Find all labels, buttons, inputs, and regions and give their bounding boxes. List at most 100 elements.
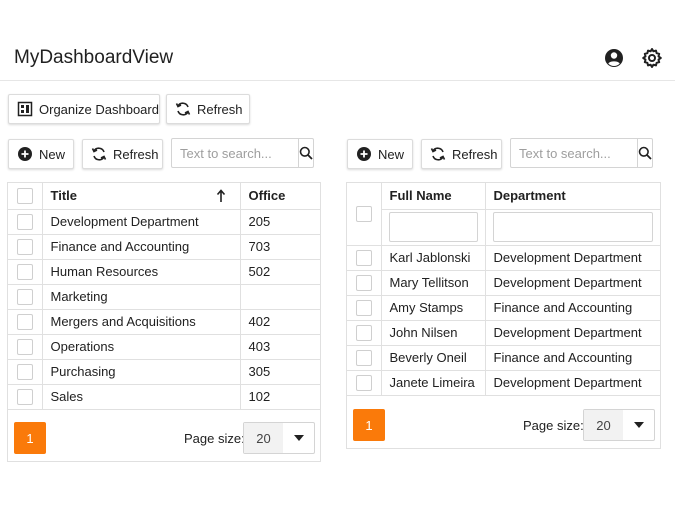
row-checkbox[interactable] bbox=[16, 313, 33, 330]
table-cell: 703 bbox=[240, 234, 320, 260]
row-checkbox[interactable] bbox=[16, 288, 33, 305]
left-page-size-dropdown[interactable] bbox=[283, 423, 314, 453]
row-checkbox[interactable] bbox=[355, 249, 372, 266]
left-page-1-button[interactable]: 1 bbox=[14, 422, 46, 454]
table-cell: Sales bbox=[42, 384, 241, 410]
row-select-cell bbox=[8, 234, 43, 260]
right-pager: 1 Page size: 20 bbox=[347, 402, 660, 448]
left-search-box bbox=[171, 138, 314, 168]
left-search-input[interactable] bbox=[172, 139, 298, 167]
table-cell: Operations bbox=[42, 334, 241, 360]
row-select-cell bbox=[8, 334, 43, 360]
refresh-dashboard-label: Refresh bbox=[197, 101, 243, 117]
table-cell: 205 bbox=[240, 209, 320, 235]
right-refresh-label: Refresh bbox=[452, 146, 498, 162]
table-cell: 102 bbox=[240, 384, 320, 410]
right-new-label: New bbox=[378, 146, 405, 162]
table-row[interactable]: Human Resources 502 bbox=[8, 259, 320, 285]
column-header-full-name[interactable]: Full Name bbox=[381, 183, 486, 210]
table-row[interactable]: Mary Tellitson Development Department bbox=[347, 270, 660, 296]
table-row[interactable]: Operations 403 bbox=[8, 334, 320, 360]
filter-row bbox=[347, 209, 660, 246]
search-icon bbox=[299, 146, 313, 160]
table-cell: Finance and Accounting bbox=[485, 295, 660, 321]
select-all-checkbox[interactable] bbox=[16, 188, 33, 205]
table-row[interactable]: Janete Limeira Development Department bbox=[347, 370, 660, 396]
right-page-size-value: 20 bbox=[584, 410, 623, 440]
row-checkbox[interactable] bbox=[355, 349, 372, 366]
right-page-size-label: Page size: bbox=[523, 418, 584, 433]
table-row[interactable]: John Nilsen Development Department bbox=[347, 320, 660, 346]
right-page-size-dropdown[interactable] bbox=[623, 410, 654, 440]
department-filter-input[interactable] bbox=[492, 212, 653, 242]
row-checkbox[interactable] bbox=[355, 374, 372, 391]
left-new-button[interactable]: New bbox=[8, 139, 74, 169]
select-all-cell bbox=[8, 183, 43, 210]
column-header-office[interactable]: Office bbox=[240, 183, 320, 210]
search-icon bbox=[638, 146, 652, 160]
gear-icon[interactable] bbox=[640, 46, 664, 70]
employees-grid: Full Name Department Karl Jablonski Devel… bbox=[346, 182, 661, 449]
full-name-filter-input[interactable] bbox=[388, 212, 478, 242]
row-select-cell bbox=[347, 245, 382, 271]
caret-down-icon bbox=[633, 422, 644, 428]
row-select-cell bbox=[8, 284, 43, 310]
table-row[interactable]: Sales 102 bbox=[8, 384, 320, 410]
left-page-size-label: Page size: bbox=[184, 431, 245, 446]
table-row[interactable]: Beverly Oneil Finance and Accounting bbox=[347, 345, 660, 371]
table-cell: 502 bbox=[240, 259, 320, 285]
table-cell: Beverly Oneil bbox=[381, 345, 486, 371]
departments-grid: Title Office Development Department 205 Fi… bbox=[7, 182, 321, 462]
row-checkbox[interactable] bbox=[355, 299, 372, 316]
table-cell: Human Resources bbox=[42, 259, 241, 285]
table-header-row: Full Name Department bbox=[347, 183, 660, 246]
left-page-size-select[interactable]: 20 bbox=[243, 422, 315, 454]
row-checkbox[interactable] bbox=[355, 274, 372, 291]
column-header-title[interactable]: Title bbox=[42, 183, 241, 210]
right-new-button[interactable]: New bbox=[347, 139, 413, 169]
row-checkbox[interactable] bbox=[16, 238, 33, 255]
right-search-input[interactable] bbox=[511, 139, 637, 167]
table-row[interactable]: Mergers and Acquisitions 402 bbox=[8, 309, 320, 335]
table-cell bbox=[240, 284, 320, 310]
table-cell: 403 bbox=[240, 334, 320, 360]
row-checkbox[interactable] bbox=[16, 363, 33, 380]
column-header-title-label: Title bbox=[50, 188, 78, 204]
right-refresh-button[interactable]: Refresh bbox=[421, 139, 502, 169]
left-refresh-button[interactable]: Refresh bbox=[82, 139, 163, 169]
row-select-cell bbox=[8, 384, 43, 410]
plus-circle-icon bbox=[18, 147, 32, 161]
right-search-button[interactable] bbox=[637, 139, 652, 167]
table-cell: Development Department bbox=[42, 209, 241, 235]
right-page-size-select[interactable]: 20 bbox=[583, 409, 655, 441]
row-checkbox[interactable] bbox=[16, 338, 33, 355]
user-circle-icon[interactable] bbox=[602, 46, 626, 70]
filter-cell-full-name bbox=[381, 209, 486, 246]
left-new-label: New bbox=[39, 146, 66, 162]
table-row[interactable]: Development Department 205 bbox=[8, 209, 320, 235]
table-row[interactable]: Amy Stamps Finance and Accounting bbox=[347, 295, 660, 321]
select-all-checkbox[interactable] bbox=[355, 206, 372, 223]
right-page-1-button[interactable]: 1 bbox=[353, 409, 385, 441]
employees-table: Full Name Department Karl Jablonski Devel… bbox=[347, 183, 660, 396]
table-cell: Finance and Accounting bbox=[42, 234, 241, 260]
row-checkbox[interactable] bbox=[16, 388, 33, 405]
organize-dashboard-button[interactable]: Organize Dashboard bbox=[8, 94, 160, 124]
right-search-box bbox=[510, 138, 653, 168]
row-checkbox[interactable] bbox=[16, 263, 33, 280]
column-header-department[interactable]: Department bbox=[485, 183, 660, 210]
row-checkbox[interactable] bbox=[355, 324, 372, 341]
table-row[interactable]: Karl Jablonski Development Department bbox=[347, 245, 660, 271]
table-cell: Development Department bbox=[485, 320, 660, 346]
left-refresh-label: Refresh bbox=[113, 146, 159, 162]
table-row[interactable]: Marketing bbox=[8, 284, 320, 310]
left-search-button[interactable] bbox=[298, 139, 313, 167]
table-cell: Development Department bbox=[485, 245, 660, 271]
table-row[interactable]: Finance and Accounting 703 bbox=[8, 234, 320, 260]
refresh-dashboard-button[interactable]: Refresh bbox=[166, 94, 250, 124]
table-row[interactable]: Purchasing 305 bbox=[8, 359, 320, 385]
row-checkbox[interactable] bbox=[16, 213, 33, 230]
table-cell: Finance and Accounting bbox=[485, 345, 660, 371]
left-pager: 1 Page size: 20 bbox=[8, 415, 320, 461]
row-select-cell bbox=[8, 209, 43, 235]
